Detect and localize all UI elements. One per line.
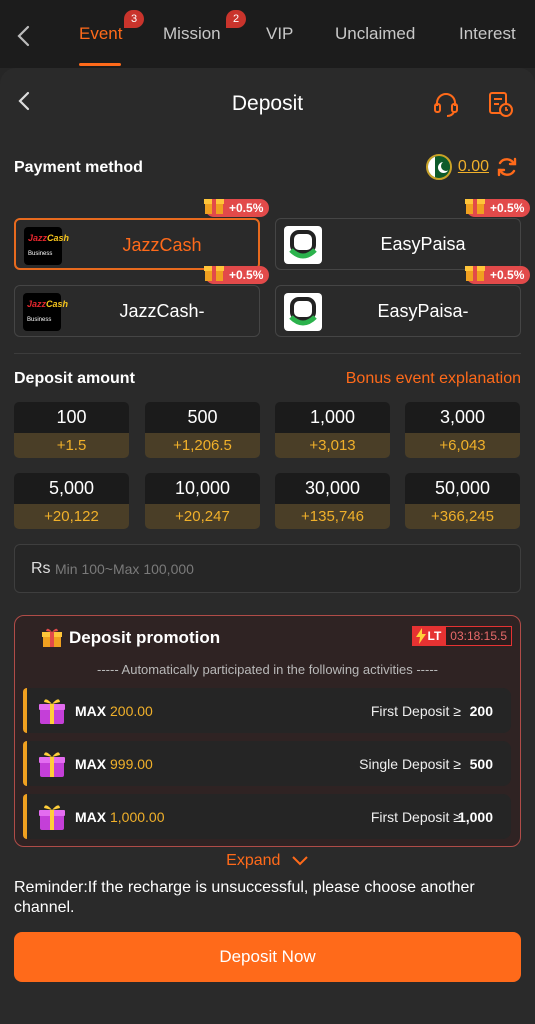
tab-vip[interactable]: VIP [266,24,293,44]
tab-mission-badge: 2 [226,10,246,28]
headset-icon[interactable] [432,90,460,118]
payment-method-name: JazzCash- [119,301,205,321]
amount-input-box: Rs [14,544,521,593]
refresh-icon[interactable] [495,155,519,179]
gift-icon [204,199,224,214]
bonus-rate-tag: +0.5% [465,199,531,217]
chevron-down-icon [292,856,308,866]
top-tab-bar: Event 3 Mission 2 VIP Unclaimed Interest [0,0,535,68]
balance-display: 0.00 [425,154,519,180]
amount-option[interactable]: 5,000 +20,122 [14,473,129,529]
promotion-title: Deposit promotion [69,628,221,647]
section-divider [14,353,521,354]
expand-button[interactable]: Expand [0,852,535,870]
amount-option[interactable]: 1,000 +3,013 [275,402,390,458]
active-tab-indicator [79,63,121,66]
limited-time-badge: LT 03:18:15.5 [411,626,512,646]
countdown-timer: 03:18:15.5 [445,626,512,646]
payment-method-label: Payment method [14,159,143,176]
tab-interest[interactable]: Interest [459,24,516,44]
easypaisa-logo [284,293,322,331]
gift-box-icon [39,752,65,777]
tab-unclaimed[interactable]: Unclaimed [335,24,415,44]
promotion-subtitle: ----- Automatically participated in the … [97,662,438,677]
payment-method-jazzcash-alt[interactable]: JazzCash Business JazzCash- [14,285,260,337]
history-icon[interactable] [486,90,514,118]
payment-method-name: EasyPaisa [380,234,466,254]
amount-option[interactable]: 10,000 +20,247 [145,473,260,529]
jazzcash-logo: JazzCash Business [23,293,68,331]
amount-option[interactable]: 50,000 +366,245 [405,473,520,529]
bonus-rate-tag: +0.5% [465,266,531,284]
lightning-icon [415,628,426,644]
tab-event-badge: 3 [124,10,144,28]
promotion-row: MAX 200.00 First Deposit ≥ 200 [23,688,511,733]
payment-method-name: EasyPaisa- [377,301,469,321]
bonus-event-explanation-link[interactable]: Bonus event explanation [346,370,521,388]
gift-box-icon [39,699,65,724]
amount-option[interactable]: 100 +1.5 [14,402,129,458]
gift-icon [42,628,62,647]
deposit-amount-input[interactable] [55,545,495,592]
deposit-promotion-panel: Deposit promotion LT 03:18:15.5 ----- Au… [14,615,521,847]
gift-icon [204,266,224,281]
deposit-sheet: Deposit Payment method 0.00 JazzCash Bus… [0,68,535,1024]
amount-option[interactable]: 30,000 +135,746 [275,473,390,529]
bonus-rate-tag: +0.5% [204,199,270,217]
easypaisa-logo [284,226,322,264]
amount-option[interactable]: 3,000 +6,043 [405,402,520,458]
currency-label: Rs [31,560,51,577]
pakistan-flag-icon [425,154,452,180]
deposit-amount-label: Deposit amount [14,370,135,387]
back-arrow-icon[interactable] [14,24,34,48]
promotion-row: MAX 1,000.00 First Deposit ≥ 1,000 [23,794,511,839]
balance-amount: 0.00 [457,158,489,175]
tab-mission[interactable]: Mission [163,24,221,44]
bonus-rate-tag: +0.5% [204,266,270,284]
gift-icon [465,266,485,281]
gift-icon [465,199,485,214]
reminder-text: Reminder:If the recharge is unsuccessful… [14,879,475,916]
payment-method-name: JazzCash [122,235,202,255]
deposit-now-button[interactable]: Deposit Now [14,932,521,982]
payment-method-easypaisa-alt[interactable]: EasyPaisa- [275,285,521,337]
amount-option[interactable]: 500 +1,206.5 [145,402,260,458]
tab-event[interactable]: Event [79,24,122,44]
promotion-row: MAX 999.00 Single Deposit ≥ 500 [23,741,511,786]
jazzcash-logo: JazzCash Business [24,227,69,265]
gift-box-icon [39,805,65,830]
